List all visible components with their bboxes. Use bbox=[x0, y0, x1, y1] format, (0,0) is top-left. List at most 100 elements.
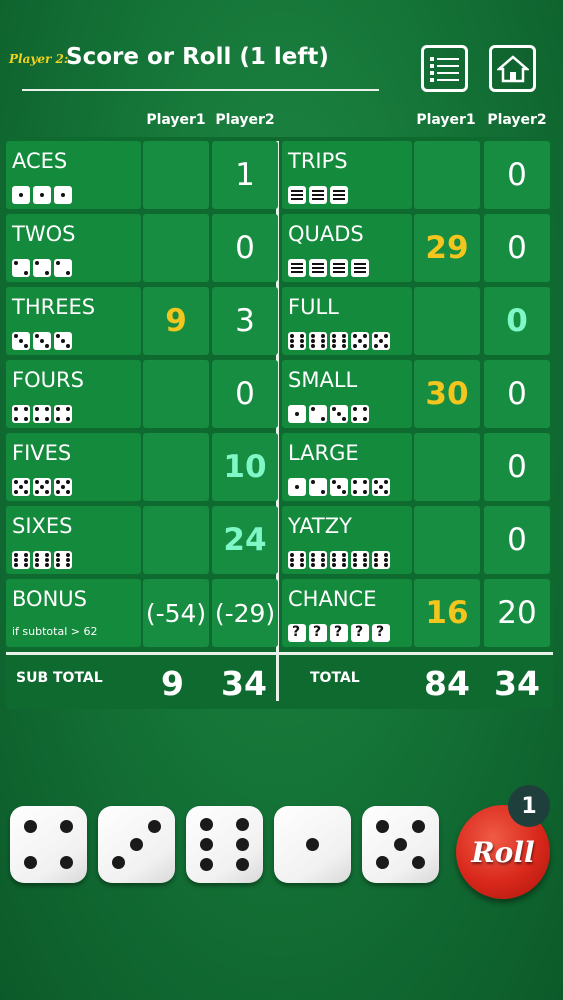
mini-die-icon bbox=[54, 478, 72, 496]
die-4[interactable] bbox=[274, 806, 351, 883]
score-trips-player2[interactable]: 0 bbox=[484, 141, 550, 209]
mini-die-icon bbox=[12, 186, 30, 204]
mini-bar-die-icon bbox=[309, 259, 327, 277]
category-bonus[interactable]: BONUS if subtotal > 62 bbox=[6, 579, 141, 647]
category-label: LARGE bbox=[288, 441, 359, 465]
category-label: TRIPS bbox=[288, 149, 348, 173]
category-twos[interactable]: TWOS bbox=[6, 214, 141, 282]
score-threes-player2[interactable]: 3 bbox=[212, 287, 278, 355]
category-small[interactable]: SMALL bbox=[282, 360, 412, 428]
score-value: 0 bbox=[507, 448, 527, 485]
score-aces-player2[interactable]: 1 bbox=[212, 141, 278, 209]
score-full-player2[interactable]: 0 bbox=[484, 287, 550, 355]
current-player-tag: Player 2: bbox=[9, 52, 69, 66]
title-underline bbox=[22, 89, 379, 91]
category-dice-hint bbox=[12, 405, 72, 423]
list-icon bbox=[429, 56, 459, 82]
score-full-player1[interactable] bbox=[414, 287, 480, 355]
category-sixes[interactable]: SIXES bbox=[6, 506, 141, 574]
mini-die-icon bbox=[309, 405, 327, 423]
category-dice-hint bbox=[288, 332, 390, 350]
category-sublabel: if subtotal > 62 bbox=[12, 625, 98, 638]
category-aces[interactable]: ACES bbox=[6, 141, 141, 209]
score-chance-player1[interactable]: 16 bbox=[414, 579, 480, 647]
die-2[interactable] bbox=[98, 806, 175, 883]
score-fours-player2[interactable]: 0 bbox=[212, 360, 278, 428]
score-small-player1[interactable]: 30 bbox=[414, 360, 480, 428]
category-label: QUADS bbox=[288, 222, 364, 246]
score-chance-player2[interactable]: 20 bbox=[484, 579, 550, 647]
category-label: FOURS bbox=[12, 368, 84, 392]
score-value: 30 bbox=[425, 375, 469, 412]
die-5[interactable] bbox=[362, 806, 439, 883]
home-button[interactable] bbox=[489, 45, 536, 92]
mini-die-icon bbox=[33, 186, 51, 204]
die-pip bbox=[200, 858, 213, 871]
die-pip bbox=[60, 856, 73, 869]
score-fours-player1[interactable] bbox=[143, 360, 209, 428]
mini-die-icon bbox=[12, 332, 30, 350]
col-head-right-player1: Player1 bbox=[416, 112, 476, 128]
die-pip bbox=[236, 858, 249, 871]
score-small-player2[interactable]: 0 bbox=[484, 360, 550, 428]
category-quads[interactable]: QUADS bbox=[282, 214, 412, 282]
score-sixes-player2[interactable]: 24 bbox=[212, 506, 278, 574]
score-quads-player2[interactable]: 0 bbox=[484, 214, 550, 282]
die-1[interactable] bbox=[10, 806, 87, 883]
score-threes-player1[interactable]: 9 bbox=[143, 287, 209, 355]
category-fives[interactable]: FIVES bbox=[6, 433, 141, 501]
die-pip bbox=[200, 818, 213, 831]
category-yatzy[interactable]: YATZY bbox=[282, 506, 412, 574]
score-twos-player2[interactable]: 0 bbox=[212, 214, 278, 282]
category-large[interactable]: LARGE bbox=[282, 433, 412, 501]
menu-list-button[interactable] bbox=[421, 45, 468, 92]
score-value: 9 bbox=[165, 302, 187, 339]
col-head-left-player2: Player2 bbox=[215, 112, 275, 128]
category-label: BONUS bbox=[12, 587, 87, 611]
mini-die-icon bbox=[54, 259, 72, 277]
mini-die-icon bbox=[309, 332, 327, 350]
mini-die-icon bbox=[372, 551, 390, 569]
category-threes[interactable]: THREES bbox=[6, 287, 141, 355]
score-value: 29 bbox=[425, 229, 469, 266]
score-value: 0 bbox=[506, 302, 528, 339]
category-full[interactable]: FULL bbox=[282, 287, 412, 355]
score-bonus-player1[interactable]: (-54) bbox=[143, 579, 209, 647]
score-quads-player1[interactable]: 29 bbox=[414, 214, 480, 282]
score-aces-player1[interactable] bbox=[143, 141, 209, 209]
die-pip bbox=[306, 838, 319, 851]
die-pip bbox=[24, 856, 37, 869]
score-value: 0 bbox=[507, 156, 527, 193]
score-fives-player2[interactable]: 10 bbox=[212, 433, 278, 501]
total-player2: 34 bbox=[494, 664, 540, 703]
score-twos-player1[interactable] bbox=[143, 214, 209, 282]
score-yatzy-player1[interactable] bbox=[414, 506, 480, 574]
mini-die-icon bbox=[54, 186, 72, 204]
mini-die-icon bbox=[372, 332, 390, 350]
die-pip bbox=[236, 838, 249, 851]
score-large-player1[interactable] bbox=[414, 433, 480, 501]
score-bonus-player2[interactable]: (-29) bbox=[212, 579, 278, 647]
category-chance[interactable]: CHANCE????? bbox=[282, 579, 412, 647]
category-dice-hint bbox=[12, 259, 72, 277]
score-large-player2[interactable]: 0 bbox=[484, 433, 550, 501]
score-sixes-player1[interactable] bbox=[143, 506, 209, 574]
mini-die-icon bbox=[330, 405, 348, 423]
category-fours[interactable]: FOURS bbox=[6, 360, 141, 428]
category-dice-hint: ????? bbox=[288, 624, 390, 642]
mini-die-icon bbox=[12, 551, 30, 569]
mini-bar-die-icon bbox=[288, 259, 306, 277]
mini-question-die-icon: ? bbox=[309, 624, 327, 642]
score-fives-player1[interactable] bbox=[143, 433, 209, 501]
category-label: SIXES bbox=[12, 514, 73, 538]
mini-die-icon bbox=[12, 478, 30, 496]
mini-die-icon bbox=[33, 405, 51, 423]
category-trips[interactable]: TRIPS bbox=[282, 141, 412, 209]
mini-bar-die-icon bbox=[351, 259, 369, 277]
die-3[interactable] bbox=[186, 806, 263, 883]
score-yatzy-player2[interactable]: 0 bbox=[484, 506, 550, 574]
mini-die-icon bbox=[351, 332, 369, 350]
score-trips-player1[interactable] bbox=[414, 141, 480, 209]
die-pip bbox=[200, 838, 213, 851]
category-dice-hint bbox=[12, 332, 72, 350]
